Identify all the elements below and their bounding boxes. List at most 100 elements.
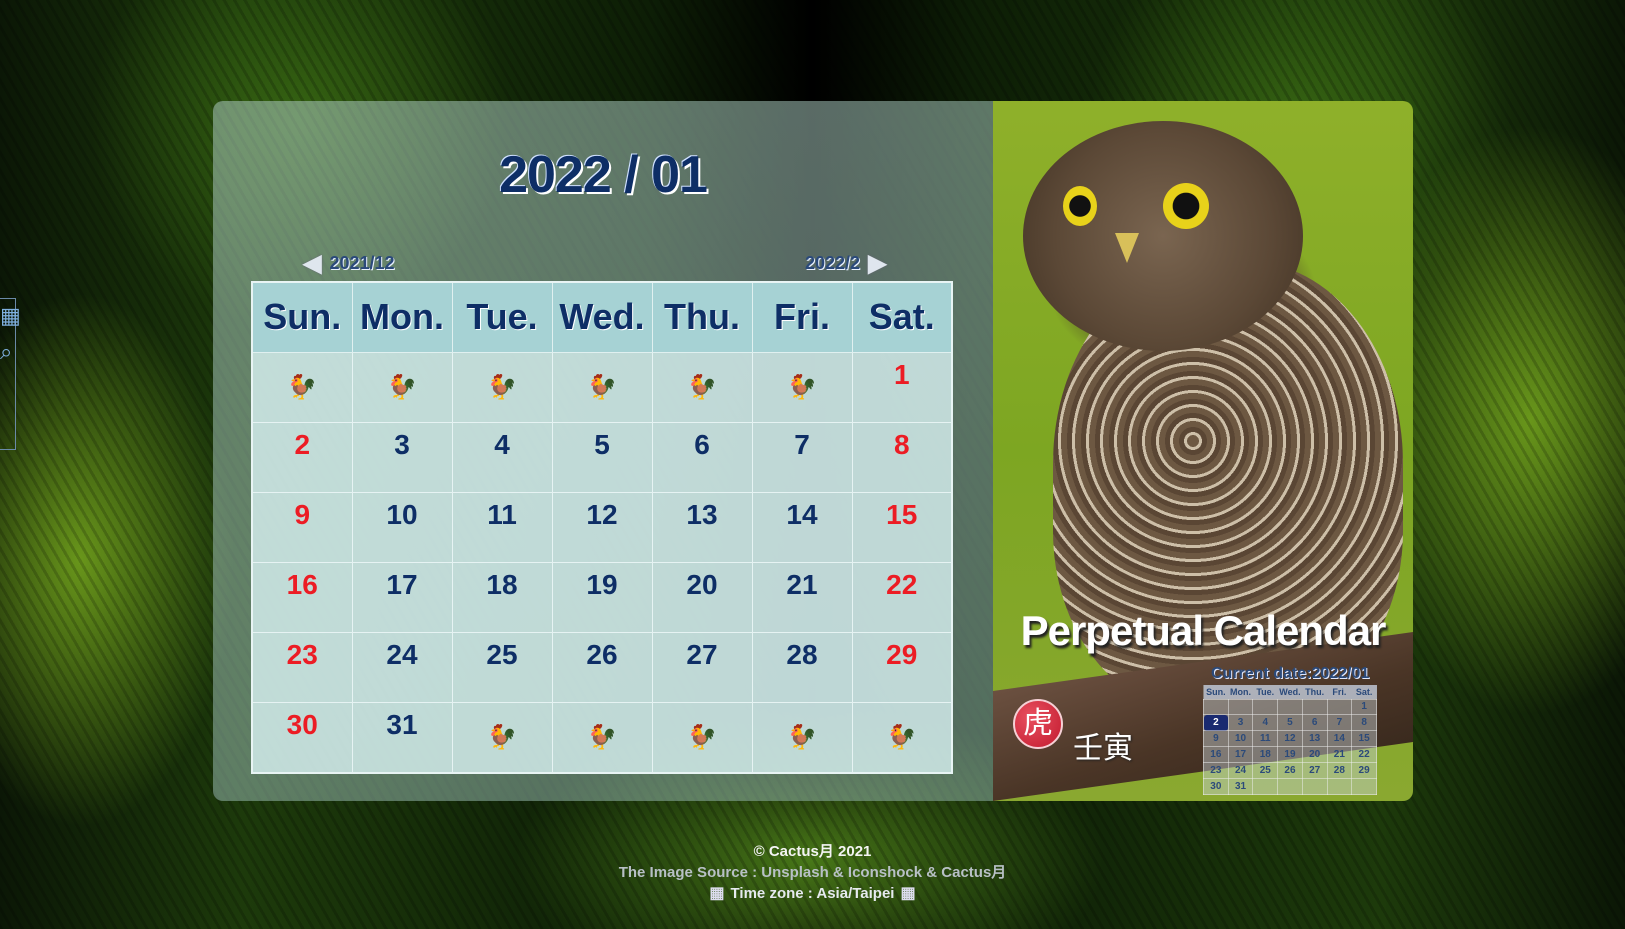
day-cell[interactable]: 17 (351, 561, 453, 634)
photo-pane: Perpetual Calendar 虎 壬寅 Current date:202… (993, 101, 1413, 801)
mini-day-cell: 28 (1326, 762, 1353, 780)
mini-day-cell: 12 (1277, 730, 1303, 748)
footer: © Cactus月 2021 The Image Source : Unspla… (0, 841, 1625, 904)
mini-day-cell: 1 (1351, 698, 1377, 716)
day-cell[interactable]: 20 (651, 561, 753, 634)
week-row: 9 10 11 12 13 14 15 (251, 491, 953, 563)
mini-day-cell: 19 (1277, 746, 1303, 764)
empty-day-cell: 🐓 (751, 351, 853, 423)
empty-day-cell: 🐓 (551, 351, 653, 423)
day-cell[interactable]: 14 (751, 491, 853, 563)
weekday-sat: Sat. (851, 281, 953, 353)
day-cell[interactable]: 8 (851, 421, 953, 493)
calendar-search-icon[interactable]: ⌕ (0, 337, 30, 367)
empty-day-cell: 🐓 (551, 702, 653, 774)
right-arrow-icon[interactable]: ▶ (868, 249, 886, 278)
owl-photo-head (1023, 121, 1303, 351)
mini-week-row: 30 31 (1203, 778, 1377, 795)
day-cell[interactable]: 11 (451, 491, 553, 563)
calendar-icon: ▦ (709, 885, 725, 902)
day-cell[interactable]: 3 (351, 421, 453, 493)
prev-month-link[interactable]: ◀ 2021/12 (303, 249, 395, 277)
weekday-tue: Tue. (451, 281, 553, 353)
mini-day-cell: 5 (1277, 714, 1303, 732)
mini-day-cell: 16 (1203, 746, 1229, 764)
mini-day-cell: 6 (1301, 714, 1328, 732)
mini-day-cell: 15 (1351, 730, 1377, 748)
timezone-text: Time zone : Asia/Taipei (730, 885, 895, 902)
week-row: 🐓 🐓 🐓 🐓 🐓 🐓 1 (251, 351, 953, 423)
mini-day-cell: 30 (1203, 778, 1229, 795)
day-cell[interactable]: 7 (751, 421, 853, 493)
rooster-icon: 🐓 (886, 724, 917, 752)
mini-day-cell: 13 (1301, 730, 1328, 748)
day-cell[interactable]: 22 (851, 561, 953, 634)
zodiac-tiger-badge: 虎 (1013, 699, 1063, 749)
day-cell[interactable]: 5 (551, 421, 653, 493)
day-cell[interactable]: 21 (751, 561, 853, 634)
day-cell[interactable]: 23 (251, 632, 353, 704)
prev-month-label[interactable]: 2021/12 (329, 253, 394, 274)
calendar-panel: 2022 / 01 ◀ 2021/12 2022/2 ▶ Sun. Mon. T… (213, 101, 1413, 801)
empty-day-cell: 🐓 (651, 702, 753, 774)
day-cell[interactable]: 15 (851, 491, 953, 563)
day-cell[interactable]: 12 (551, 491, 653, 563)
weekday-header-row: Sun. Mon. Tue. Wed. Thu. Fri. Sat. (251, 281, 953, 353)
ganzhi-year: 壬寅 (1073, 731, 1133, 766)
day-cell[interactable]: 28 (751, 632, 853, 704)
next-month-link[interactable]: 2022/2 ▶ (805, 249, 887, 277)
day-cell[interactable]: 30 (251, 702, 353, 774)
mini-day-cell (1277, 698, 1303, 716)
mini-day-cell: 7 (1326, 714, 1353, 732)
next-month-label[interactable]: 2022/2 (805, 253, 860, 274)
week-row: 30 31 🐓 🐓 🐓 🐓 🐓 (251, 702, 953, 774)
empty-day-cell: 🐓 (351, 351, 453, 423)
day-cell[interactable]: 19 (551, 561, 653, 634)
rooster-icon: 🐓 (787, 373, 817, 401)
side-toolbar: ▦ ⌕ (0, 298, 21, 450)
image-source-text: The Image Source : Unsplash & Iconshock … (618, 864, 1007, 881)
day-cell[interactable]: 24 (351, 632, 453, 704)
empty-day-cell: 🐓 (651, 351, 753, 423)
mini-days: 1 2 3 4 5 6 7 8 9 10 11 12 13 14 15 16 17 18 19 20 21 22 23 24 2… (1203, 698, 1377, 795)
mini-day-cell (1252, 778, 1279, 795)
day-cell[interactable]: 13 (651, 491, 753, 563)
day-cell[interactable]: 10 (351, 491, 453, 563)
mini-day-cell (1326, 698, 1353, 716)
day-cell[interactable]: 1 (851, 351, 953, 423)
day-cell[interactable]: 29 (851, 632, 953, 704)
empty-day-cell: 🐓 (851, 702, 953, 774)
mini-day-cell: 17 (1227, 746, 1254, 764)
day-cell[interactable]: 31 (351, 702, 453, 774)
mini-day-cell: 3 (1227, 714, 1254, 732)
left-arrow-icon[interactable]: ◀ (303, 249, 321, 278)
copyright-text: © Cactus月 2021 (753, 843, 872, 860)
mini-week-row: 9 10 11 12 13 14 15 (1203, 730, 1377, 748)
rooster-icon: 🐓 (587, 373, 617, 401)
day-cell[interactable]: 4 (451, 421, 553, 493)
mini-weekday: Fri. (1327, 685, 1352, 699)
calendar-icon[interactable]: ▦ (0, 301, 30, 331)
day-cell[interactable]: 9 (251, 491, 353, 563)
mini-week-row: 1 (1203, 698, 1377, 716)
current-date-label: Current date:2022/01 (1211, 665, 1370, 682)
mini-weekday: Sun. (1203, 685, 1229, 699)
mini-weekday: Thu. (1302, 685, 1328, 699)
weekday-mon: Mon. (351, 281, 453, 353)
mini-day-cell (1301, 778, 1328, 795)
rooster-icon: 🐓 (787, 724, 817, 752)
mini-day-cell (1227, 698, 1254, 716)
day-cell[interactable]: 26 (551, 632, 653, 704)
day-cell[interactable]: 16 (251, 561, 353, 634)
mini-week-row: 2345678 (1203, 714, 1377, 732)
day-cell[interactable]: 27 (651, 632, 753, 704)
day-cell[interactable]: 25 (451, 632, 553, 704)
mini-day-cell: 29 (1351, 762, 1377, 780)
mini-day-cell: 25 (1252, 762, 1279, 780)
mini-day-cell: 22 (1351, 746, 1377, 764)
rooster-icon: 🐓 (487, 724, 517, 752)
day-cell[interactable]: 6 (651, 421, 753, 493)
day-cell[interactable]: 18 (451, 561, 553, 634)
mini-day-cell (1326, 778, 1353, 795)
day-cell[interactable]: 2 (251, 421, 353, 493)
